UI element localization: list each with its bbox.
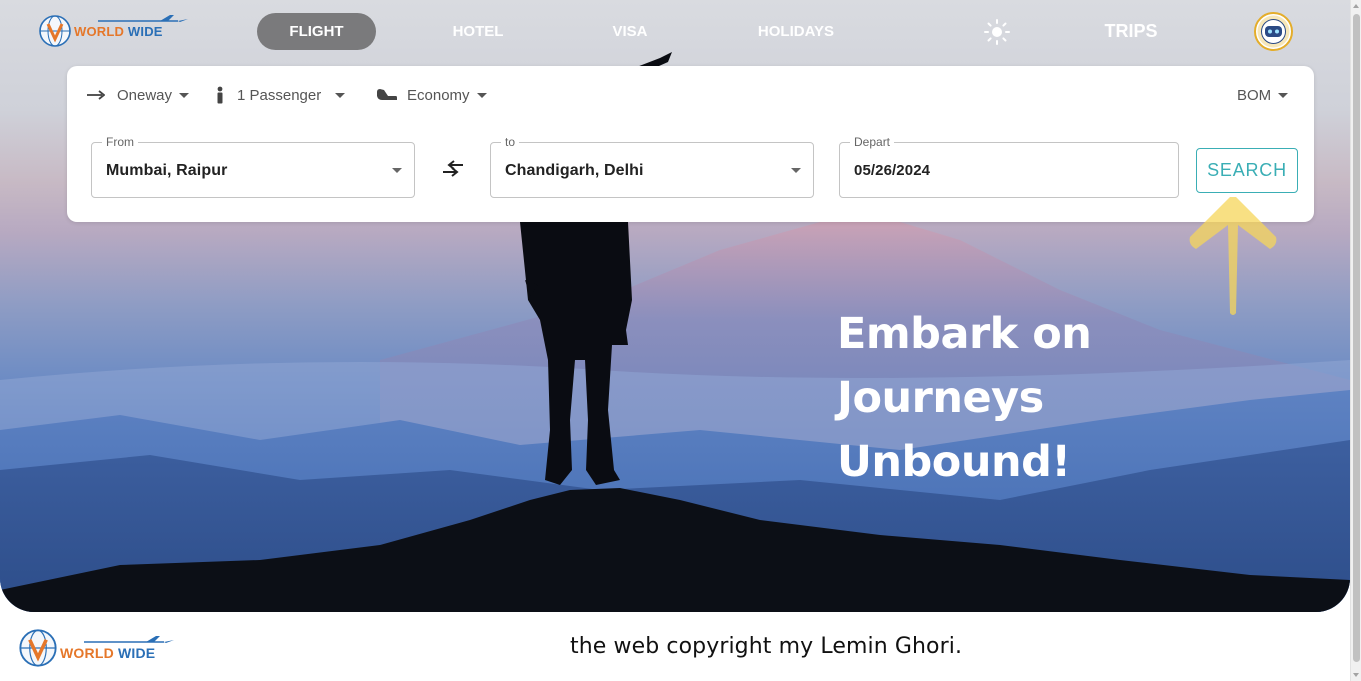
cabin-class-label: Economy [407,86,470,104]
logo-text: WORLD WIDE [74,14,188,39]
avatar[interactable] [1254,12,1293,51]
sun-icon[interactable] [984,19,1010,45]
chevron-down-icon [1278,92,1289,98]
nav-hotel[interactable]: HOTEL [440,13,516,50]
nav-flight[interactable]: FLIGHT [257,13,376,50]
footer-copyright: the web copyright my Lemin Ghori. [570,634,963,659]
headline-line-2: Journeys [837,373,1044,423]
person-icon [217,86,223,104]
chevron-down-icon[interactable] [392,168,402,173]
to-label: to [501,135,520,149]
globe-icon [19,629,57,667]
cabin-class-select[interactable]: Economy [376,84,487,106]
to-field[interactable]: to Chandigarh, Delhi [490,135,814,198]
seat-icon [377,89,397,100]
chevron-down-icon [179,92,190,98]
swap-icon[interactable] [440,159,466,179]
globe-icon [39,15,71,47]
page-scrollbar[interactable] [1350,0,1361,681]
scroll-down-arrow-icon[interactable] [1353,673,1359,677]
from-label: From [102,135,138,149]
plane-icon [84,636,174,643]
passenger-select[interactable]: 1 Passenger [215,84,346,106]
from-field[interactable]: From Mumbai, Raipur [91,135,415,198]
logo-word-wide: WIDE [127,23,163,39]
trip-type-select[interactable]: Oneway [87,84,190,106]
flight-search-card: Oneway 1 Passenger Economy BOM From Mumb… [67,66,1314,222]
footer-logo-text: WORLD WIDE [60,636,174,661]
from-value: Mumbai, Raipur [106,162,228,179]
footer-logo[interactable]: WORLD WIDE [18,628,174,668]
header-logo[interactable]: WORLD WIDE [38,14,188,48]
passenger-label: 1 Passenger [237,86,322,104]
chevron-down-icon [335,92,346,98]
logo-word-wide: WIDE [117,645,156,661]
search-button[interactable]: SEARCH [1196,148,1298,193]
logo-word-world: WORLD [60,645,114,661]
chevron-down-icon[interactable] [791,168,801,173]
scroll-up-arrow-icon[interactable] [1353,4,1359,8]
nav-visa[interactable]: VISA [600,13,660,50]
pointer-arrow-icon [1189,197,1277,315]
to-value: Chandigarh, Delhi [505,162,644,179]
nav-holidays[interactable]: HOLIDAYS [745,13,847,50]
currency-select[interactable]: BOM [1237,84,1289,106]
depart-value: 05/26/2024 [854,162,931,179]
arrow-right-icon [87,90,105,100]
currency-label: BOM [1237,86,1272,104]
plane-icon [98,14,188,22]
scrollbar-thumb[interactable] [1353,14,1360,662]
depart-date-field[interactable]: Depart 05/26/2024 [839,135,1179,198]
nav-trips[interactable]: TRIPS [1096,13,1166,50]
trip-type-label: Oneway [117,86,173,104]
page: WORLD WIDE FLIGHT HOTEL VISA HOLIDAYS TR… [0,0,1361,681]
hero-headline: Embark on Journeys Unbound! [837,302,1137,494]
chevron-down-icon [476,92,487,98]
headline-line-1: Embark on [837,309,1092,359]
depart-label: Depart [850,135,895,149]
logo-word-world: WORLD [74,23,125,39]
headline-line-3: Unbound! [837,437,1071,487]
robot-avatar-icon [1257,15,1290,48]
